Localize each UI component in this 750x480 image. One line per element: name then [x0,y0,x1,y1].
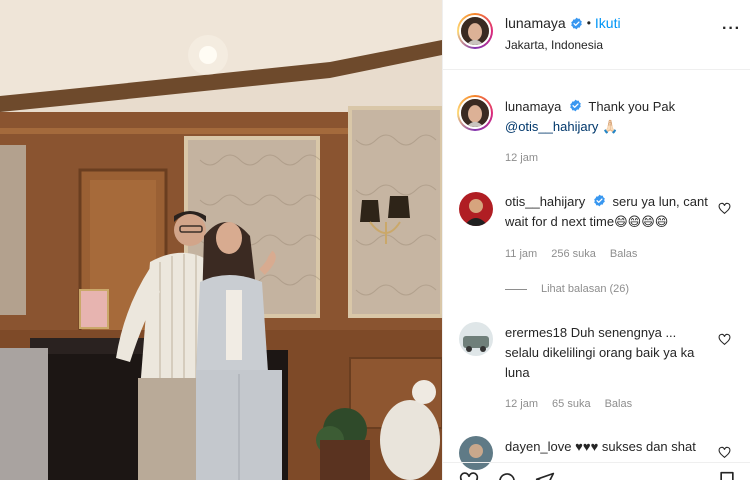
comment-text: dayen_love ♥♥♥ sukses dan shat [505,437,711,457]
reply-button[interactable]: Balas [610,248,638,260]
author-username[interactable]: lunamaya [505,15,566,31]
post-header: lunamaya • Ikuti Jakarta, Indonesia ··· [443,0,750,70]
comment-username[interactable]: dayen_love [505,439,572,454]
caption-username[interactable]: lunamaya [505,99,561,114]
comment-meta: 12 jam 65 suka Balas [505,398,632,410]
comment-icon[interactable] [497,471,517,480]
reply-button[interactable]: Balas [605,398,633,410]
caption-time[interactable]: 12 jam [505,152,538,164]
comment-text: otis__hahijary seru ya lun, cant wait fo… [505,192,711,232]
action-bar [443,462,750,480]
comment-likes[interactable]: 256 suka [551,248,596,260]
verified-badge-icon [570,99,581,112]
verified-badge-icon [570,17,582,29]
comment-body: ♥♥♥ sukses dan shat [575,439,696,454]
verified-badge-icon [594,194,605,207]
post-side-panel: lunamaya • Ikuti Jakarta, Indonesia ··· … [442,0,750,480]
comment-time[interactable]: 12 jam [505,398,538,410]
view-replies-label: Lihat balasan (26) [541,283,630,295]
comment-meta: 11 jam 256 suka Balas [505,248,637,260]
comment-username[interactable]: otis__hahijary [505,194,585,209]
caption-meta: 12 jam [505,152,538,164]
comment-text: erermes18 Duh senengnya ... selalu dikel… [505,323,711,383]
save-icon[interactable] [717,471,737,480]
heart-icon[interactable] [718,202,731,215]
caption-avatar[interactable] [457,95,493,131]
caption-emoji: 🙏🏻 [602,119,619,134]
follow-button[interactable]: Ikuti [595,15,621,31]
comment-avatar-image [459,192,493,226]
comment-username[interactable]: erermes18 [505,325,567,340]
comment-avatar-image [459,322,493,356]
replies-divider [505,288,527,290]
more-icon[interactable]: ··· [722,21,741,37]
separator-dot: • [586,16,591,30]
comment-avatar[interactable] [459,192,493,226]
comment-avatar[interactable] [459,322,493,356]
author-avatar[interactable] [457,13,493,49]
author-line: lunamaya • Ikuti [505,15,621,31]
author-avatar-image [461,17,489,45]
share-icon[interactable] [535,471,555,480]
post-photo[interactable] [0,0,442,480]
heart-icon[interactable] [718,446,731,459]
photo-scene [0,0,442,480]
like-icon[interactable] [459,471,479,480]
caption-text: lunamaya Thank you Pak @otis__hahijary 🙏… [505,97,711,137]
comment-time[interactable]: 11 jam [505,248,537,260]
view-replies[interactable]: Lihat balasan (26) [505,283,629,295]
caption-avatar-image [461,99,489,127]
caption-mention[interactable]: @otis__hahijary [505,119,598,134]
caption-body: Thank you Pak [588,99,676,114]
post-location[interactable]: Jakarta, Indonesia [505,38,603,52]
heart-icon[interactable] [718,333,731,346]
comment-likes[interactable]: 65 suka [552,398,591,410]
